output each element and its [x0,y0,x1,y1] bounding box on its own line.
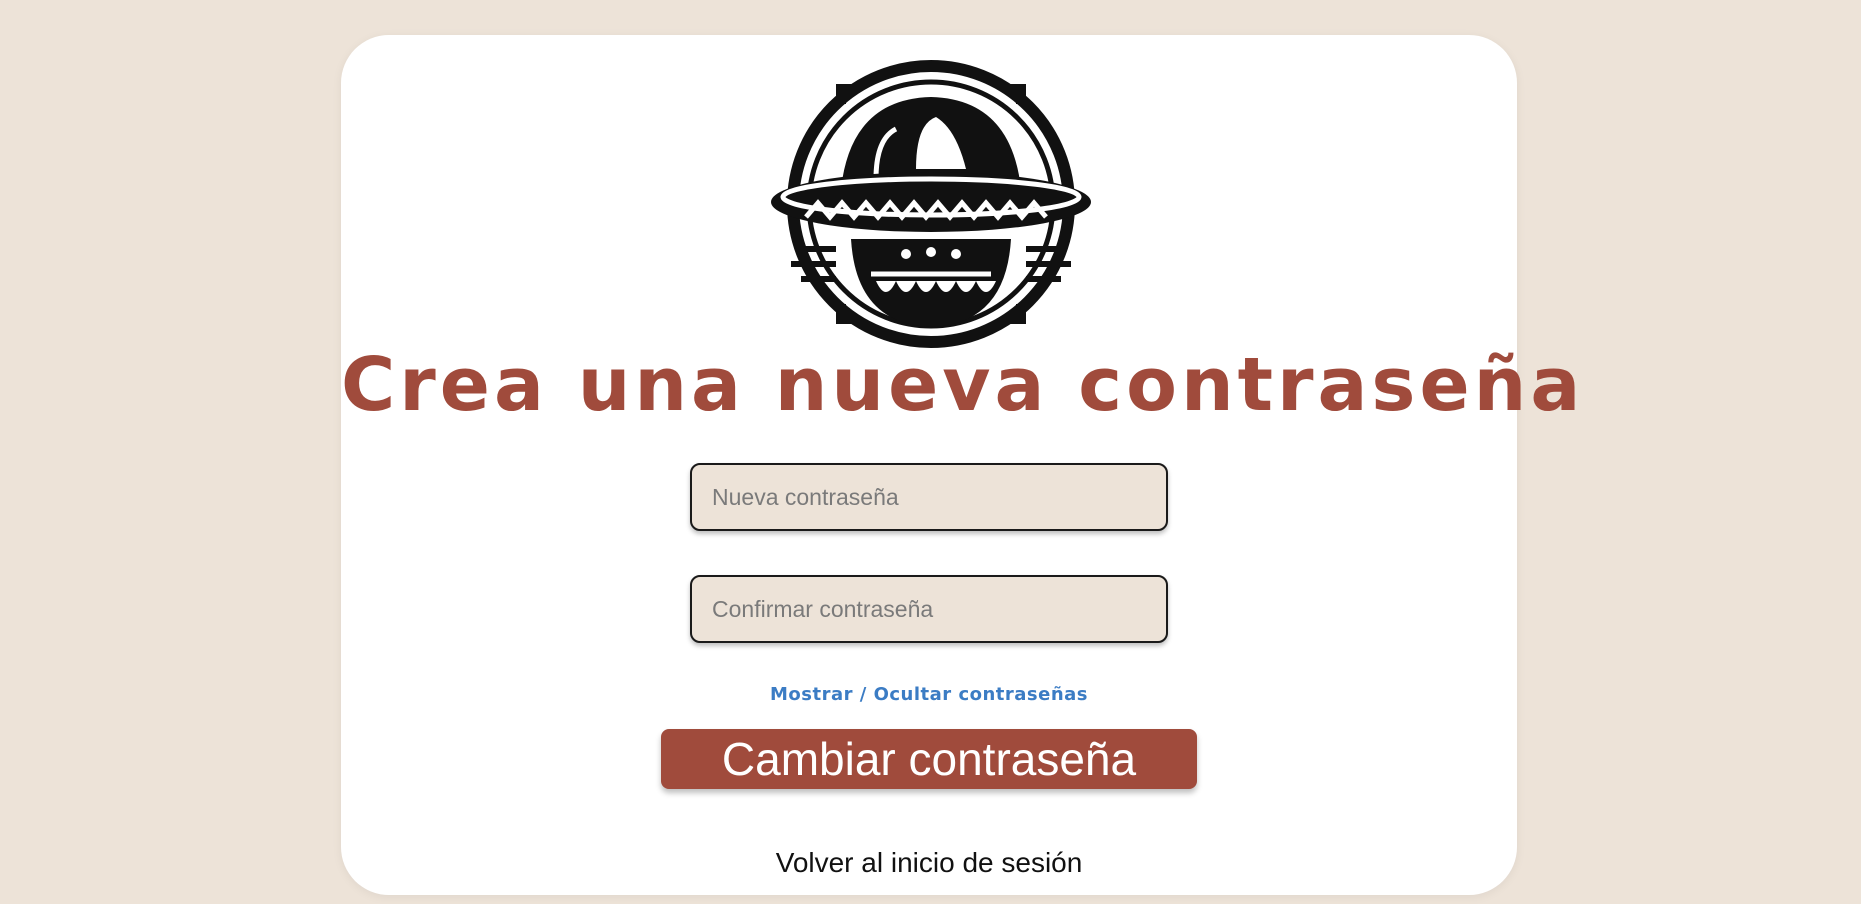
toggle-password-visibility-link[interactable]: Mostrar / Ocultar contraseñas [341,684,1517,705]
back-to-login-link[interactable]: Volver al inicio de sesión [341,847,1517,879]
reset-password-card: Crea una nueva contraseña Mostrar / Ocul… [341,35,1585,895]
new-password-input[interactable] [690,463,1168,531]
confirm-password-input[interactable] [690,575,1168,643]
sombrero-skull-logo-icon [771,60,1091,348]
page-title: Crea una nueva contraseña [341,342,1585,428]
change-password-button[interactable]: Cambiar contraseña [661,729,1197,789]
